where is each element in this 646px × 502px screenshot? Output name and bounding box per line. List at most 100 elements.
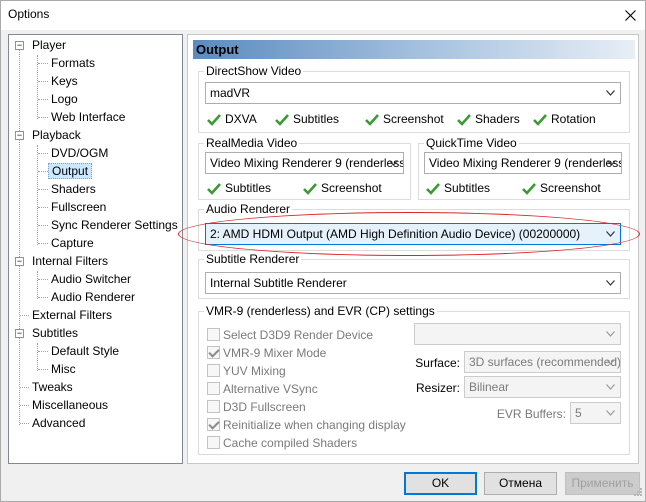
realmedia-legend: RealMedia Video: [206, 136, 298, 150]
chevron-down-icon: [389, 160, 398, 166]
cap-rotation: Rotation: [533, 111, 596, 127]
ok-button[interactable]: OK: [404, 472, 477, 495]
quicktime-legend: QuickTime Video: [426, 136, 517, 150]
directshow-video-select[interactable]: madVR: [205, 82, 621, 104]
tree-item-player[interactable]: Player: [29, 37, 69, 55]
close-icon: [624, 10, 636, 21]
tree-item-keys[interactable]: Keys: [48, 73, 81, 91]
page-title: Output: [196, 42, 239, 57]
vmr9-mixer-mode-checkbox[interactable]: VMR-9 Mixer Mode: [207, 345, 326, 361]
surface-label: Surface:: [415, 356, 460, 370]
collapse-internal-filters-icon[interactable]: −: [15, 257, 24, 266]
alternative-vsync-checkbox[interactable]: Alternative VSync: [207, 381, 318, 397]
checkbox-box: [207, 328, 220, 341]
chevron-down-icon: [607, 160, 616, 166]
yuv-mixing-checkbox[interactable]: YUV Mixing: [207, 363, 286, 379]
checkbox-box: [207, 418, 220, 431]
tree-item-dvd-ogm[interactable]: DVD/OGM: [48, 145, 111, 163]
d3d-fullscreen-checkbox[interactable]: D3D Fullscreen: [207, 399, 306, 415]
cap-dxva: DXVA: [207, 111, 257, 127]
check-icon: [207, 114, 221, 126]
realmedia-video-value: Video Mixing Renderer 9 (renderless: [210, 156, 404, 170]
tree-item-external-filters[interactable]: External Filters: [29, 307, 115, 325]
chevron-down-icon: [606, 280, 615, 286]
tree-item-sync-renderer[interactable]: Sync Renderer Settings: [48, 217, 181, 235]
tree-item-misc[interactable]: Misc: [48, 361, 79, 379]
resizer-select[interactable]: Bilinear: [464, 376, 621, 398]
realmedia-cap-subtitles: Subtitles: [207, 180, 271, 196]
directshow-legend: DirectShow Video: [206, 64, 302, 78]
tree-item-capture[interactable]: Capture: [48, 235, 97, 253]
collapse-playback-icon[interactable]: −: [15, 131, 24, 140]
tree-item-default-style[interactable]: Default Style: [48, 343, 122, 361]
cancel-button[interactable]: Отмена: [484, 472, 557, 495]
tree-item-advanced[interactable]: Advanced: [29, 415, 88, 433]
evr-buffers-select[interactable]: 5: [570, 402, 621, 424]
quicktime-cap-screenshot: Screenshot: [522, 180, 601, 196]
options-tree[interactable]: − Player Formats Keys Logo Web Interface…: [8, 34, 183, 464]
subtitle-renderer-select[interactable]: Internal Subtitle Renderer: [205, 272, 621, 294]
chevron-down-icon: [606, 359, 615, 365]
tree-item-formats[interactable]: Formats: [48, 55, 98, 73]
render-device-select[interactable]: [414, 323, 621, 345]
quicktime-video-value: Video Mixing Renderer 9 (renderless: [429, 156, 622, 170]
page-header: Output: [193, 40, 635, 59]
cache-shaders-checkbox[interactable]: Cache compiled Shaders: [207, 435, 357, 451]
resizer-label: Resizer:: [415, 381, 460, 395]
tree-item-miscellaneous[interactable]: Miscellaneous: [29, 397, 111, 415]
chevron-down-icon: [606, 331, 615, 337]
vmr9-legend: VMR-9 (renderless) and EVR (CP) settings: [206, 304, 435, 318]
realmedia-cap-screenshot: Screenshot: [303, 180, 382, 196]
window-title: Options: [8, 7, 50, 21]
checkbox-box: [207, 436, 220, 449]
highlight-ellipse: [178, 212, 640, 256]
tree-item-fullscreen[interactable]: Fullscreen: [48, 199, 109, 217]
checkbox-box: [207, 364, 220, 377]
chevron-down-icon: [606, 90, 615, 96]
check-icon: [275, 114, 289, 126]
surface-select[interactable]: 3D surfaces (recommended): [464, 351, 621, 373]
tree-item-internal-filters[interactable]: Internal Filters: [29, 253, 111, 271]
check-icon: [426, 183, 440, 195]
tree-item-shaders[interactable]: Shaders: [48, 181, 99, 199]
check-icon: [533, 114, 547, 126]
check-icon: [522, 183, 536, 195]
tree-item-audio-switcher[interactable]: Audio Switcher: [48, 271, 134, 289]
cap-shaders: Shaders: [457, 111, 520, 127]
checkbox-box: [207, 346, 220, 359]
realmedia-video-select[interactable]: Video Mixing Renderer 9 (renderless: [205, 152, 404, 174]
tree-item-subtitles[interactable]: Subtitles: [29, 325, 81, 343]
tree-item-tweaks[interactable]: Tweaks: [29, 379, 76, 397]
apply-button[interactable]: Применить: [565, 472, 640, 495]
tree-item-web-interface[interactable]: Web Interface: [48, 109, 128, 127]
tree-item-output[interactable]: Output: [48, 163, 93, 181]
reinitialize-display-checkbox[interactable]: Reinitialize when changing display: [207, 417, 406, 433]
title-bar: Options: [1, 1, 645, 30]
select-d3d9-device-checkbox[interactable]: Select D3D9 Render Device: [207, 327, 373, 343]
close-button[interactable]: [615, 1, 645, 30]
check-icon: [457, 114, 471, 126]
subtitle-renderer-value: Internal Subtitle Renderer: [210, 276, 347, 290]
chevron-down-icon: [606, 384, 615, 390]
evr-buffers-label: EVR Buffers:: [496, 407, 566, 421]
subtitle-renderer-legend: Subtitle Renderer: [206, 252, 300, 266]
cap-screenshot: Screenshot: [365, 111, 444, 127]
quicktime-cap-subtitles: Subtitles: [426, 180, 490, 196]
audio-renderer-legend: Audio Renderer: [206, 202, 291, 216]
check-icon: [303, 183, 317, 195]
collapse-subtitles-icon[interactable]: −: [15, 329, 24, 338]
tree-item-logo[interactable]: Logo: [48, 91, 81, 109]
resize-grip-icon[interactable]: [631, 487, 643, 499]
chevron-down-icon: [606, 410, 615, 416]
options-window: Options − Player Formats Keys Logo Web I…: [0, 0, 646, 502]
tree-item-audio-renderer[interactable]: Audio Renderer: [48, 289, 138, 307]
tree-item-playback[interactable]: Playback: [29, 127, 84, 145]
check-icon: [207, 183, 221, 195]
checkbox-box: [207, 400, 220, 413]
checkbox-box: [207, 382, 220, 395]
collapse-player-icon[interactable]: −: [15, 41, 24, 50]
quicktime-video-select[interactable]: Video Mixing Renderer 9 (renderless: [424, 152, 622, 174]
check-icon: [365, 114, 379, 126]
directshow-video-value: madVR: [210, 86, 251, 100]
cap-subtitles: Subtitles: [275, 111, 339, 127]
